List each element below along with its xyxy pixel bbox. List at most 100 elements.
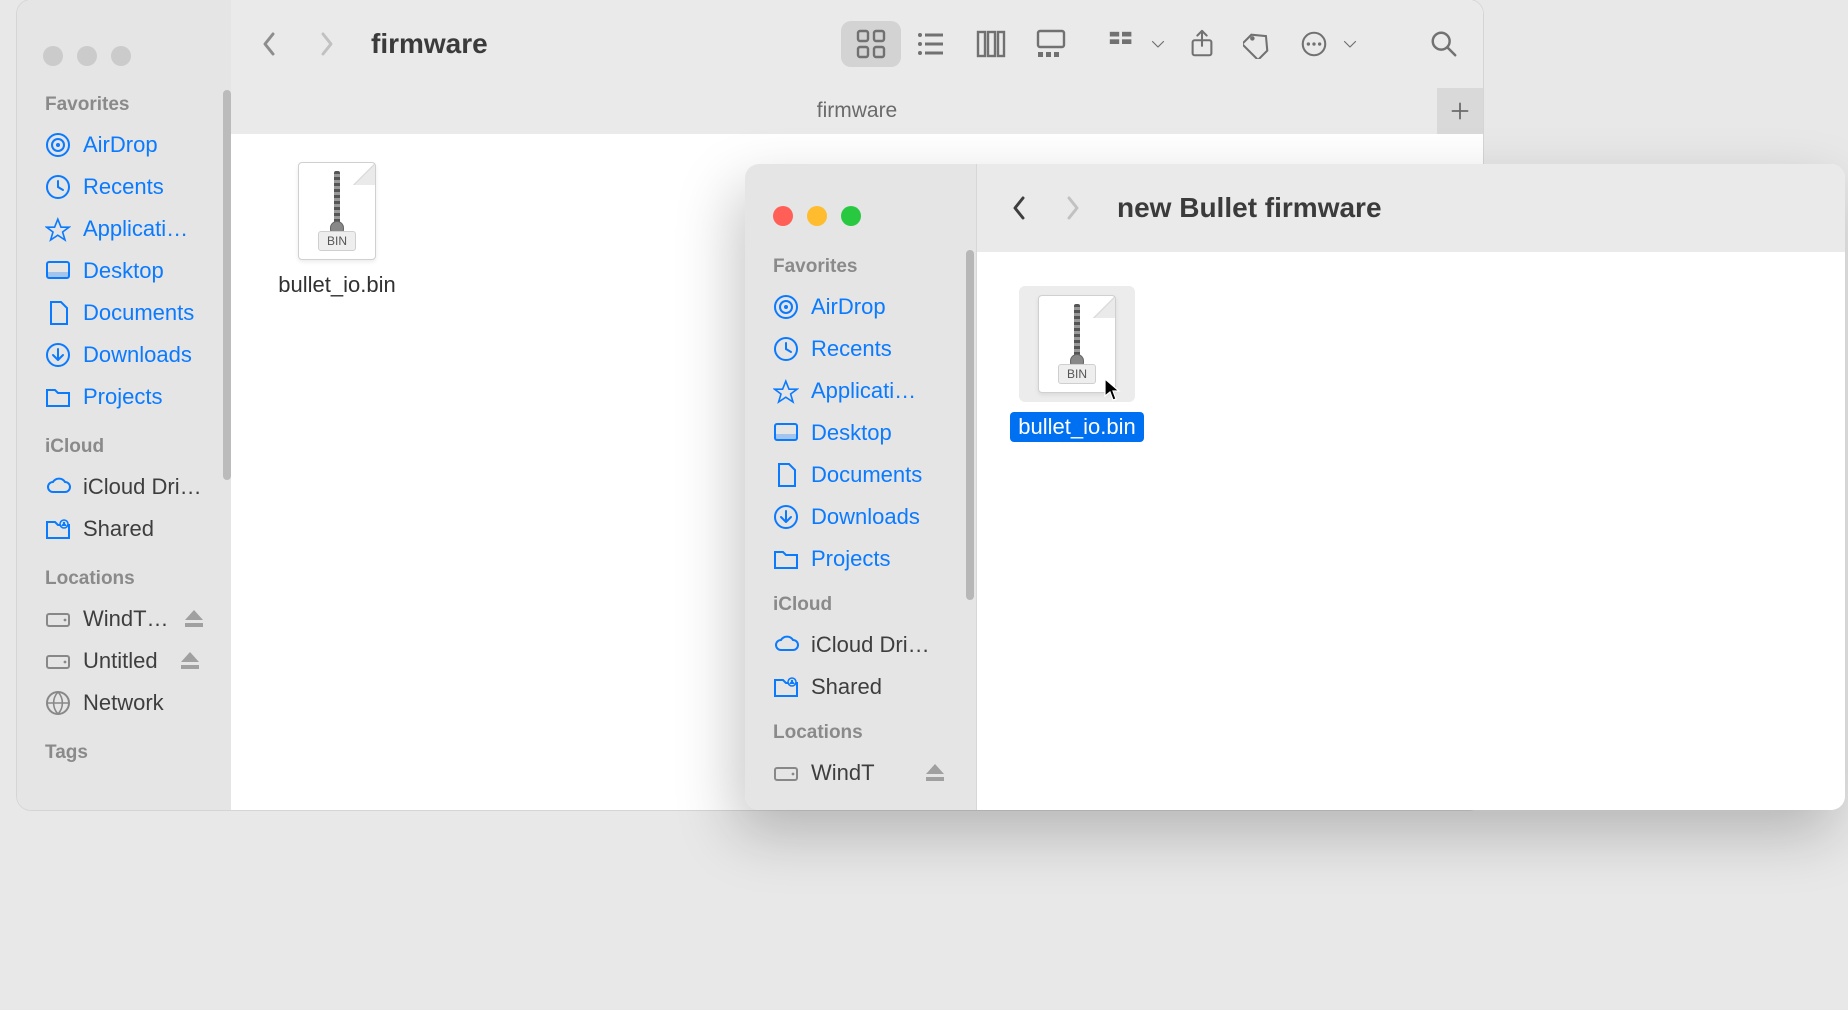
sidebar-item-label: Applicati… <box>811 378 916 404</box>
traffic-lights <box>17 20 231 90</box>
file-area[interactable]: BIN bullet_io.bin <box>977 252 1845 810</box>
minimize-button[interactable] <box>77 46 97 66</box>
file-item[interactable]: BIN bullet_io.bin <box>1007 286 1147 442</box>
sidebar-scrollbar[interactable] <box>966 250 974 600</box>
sidebar-item-desktop[interactable]: Desktop <box>35 250 213 292</box>
sidebar-item-documents[interactable]: Documents <box>763 454 958 496</box>
gallery-view-button[interactable] <box>1021 21 1081 67</box>
clock-icon <box>45 174 71 200</box>
zoom-button[interactable] <box>841 206 861 226</box>
toolbar: firmware <box>231 0 1483 88</box>
sidebar-item-network[interactable]: Network <box>35 682 213 724</box>
sidebar-item-airdrop[interactable]: AirDrop <box>763 286 958 328</box>
sidebar-item-label: AirDrop <box>83 132 158 158</box>
sidebar-item-windt[interactable]: WindT… <box>35 598 213 640</box>
document-icon <box>773 462 799 488</box>
sidebar-item-documents[interactable]: Documents <box>35 292 213 334</box>
sidebar-item-downloads[interactable]: Downloads <box>35 334 213 376</box>
tags-button[interactable] <box>1235 21 1281 67</box>
sidebar-item-shared[interactable]: Shared <box>35 508 213 550</box>
sidebar-item-shared[interactable]: Shared <box>763 666 958 708</box>
icon-view-button[interactable] <box>841 21 901 67</box>
sidebar-item-projects[interactable]: Projects <box>35 376 213 418</box>
close-button[interactable] <box>43 46 63 66</box>
back-button[interactable] <box>997 185 1043 231</box>
sidebar-item-label: Untitled <box>83 648 158 674</box>
actions-button[interactable] <box>1291 21 1361 67</box>
file-label[interactable]: bullet_io.bin <box>270 270 403 300</box>
new-tab-button[interactable] <box>1437 88 1483 134</box>
sidebar-item-icloud-drive[interactable]: iCloud Dri… <box>35 466 213 508</box>
folder-icon <box>773 546 799 572</box>
cloud-icon <box>45 474 71 500</box>
eject-icon[interactable] <box>177 648 203 674</box>
sidebar-heading-icloud: iCloud <box>45 436 213 458</box>
sidebar-heading-locations: Locations <box>45 568 213 590</box>
folder-icon <box>45 384 71 410</box>
sidebar-item-applications[interactable]: Applicati… <box>763 370 958 412</box>
search-button[interactable] <box>1421 21 1467 67</box>
finder-window-foreground: Favorites AirDrop Recents Applicati… Des… <box>745 164 1845 810</box>
airdrop-icon <box>45 132 71 158</box>
sidebar-item-label: Downloads <box>83 342 192 368</box>
sidebar-heading-favorites: Favorites <box>45 94 213 116</box>
sidebar-item-airdrop[interactable]: AirDrop <box>35 124 213 166</box>
eject-icon[interactable] <box>922 760 948 786</box>
close-button[interactable] <box>773 206 793 226</box>
zoom-button[interactable] <box>111 46 131 66</box>
airdrop-icon <box>773 294 799 320</box>
shared-folder-icon <box>773 674 799 700</box>
sidebar-item-windt[interactable]: WindT <box>763 752 958 794</box>
sidebar-item-label: Projects <box>811 546 890 572</box>
window-content: new Bullet firmware BIN bullet_io.bin <box>977 164 1845 810</box>
network-icon <box>45 690 71 716</box>
back-button[interactable] <box>247 21 293 67</box>
sidebar-item-label: Shared <box>811 674 882 700</box>
sidebar-item-label: Projects <box>83 384 162 410</box>
group-by-button[interactable] <box>1099 21 1169 67</box>
sidebar-heading-icloud: iCloud <box>773 594 958 616</box>
chevron-down-icon <box>1147 21 1169 67</box>
sidebar-item-label: AirDrop <box>811 294 886 320</box>
disk-icon <box>773 760 799 786</box>
applications-icon <box>773 378 799 404</box>
sidebar-item-label: Applicati… <box>83 216 188 242</box>
file-item[interactable]: BIN bullet_io.bin <box>271 162 403 300</box>
applications-icon <box>45 216 71 242</box>
sidebar-item-label: iCloud Dri… <box>811 632 930 658</box>
sidebar-item-untitled[interactable]: Untitled <box>35 640 213 682</box>
clock-icon <box>773 336 799 362</box>
sidebar-item-applications[interactable]: Applicati… <box>35 208 213 250</box>
sidebar-item-projects[interactable]: Projects <box>763 538 958 580</box>
sidebar-item-label: Documents <box>811 462 922 488</box>
window-title: firmware <box>371 28 488 60</box>
sidebar-item-recents[interactable]: Recents <box>763 328 958 370</box>
download-icon <box>45 342 71 368</box>
share-button[interactable] <box>1179 21 1225 67</box>
column-view-button[interactable] <box>961 21 1021 67</box>
file-label[interactable]: bullet_io.bin <box>1010 412 1143 442</box>
toolbar: new Bullet firmware <box>977 164 1845 252</box>
file-badge: BIN <box>1058 364 1096 384</box>
eject-icon[interactable] <box>181 606 207 632</box>
sidebar-item-downloads[interactable]: Downloads <box>763 496 958 538</box>
sidebar-item-label: iCloud Dri… <box>83 474 202 500</box>
chevron-down-icon <box>1339 21 1361 67</box>
file-badge: BIN <box>318 231 356 251</box>
bin-file-icon: BIN <box>295 162 379 260</box>
download-icon <box>773 504 799 530</box>
forward-button[interactable] <box>303 21 349 67</box>
sidebar-heading-favorites: Favorites <box>773 256 958 278</box>
disk-icon <box>45 648 71 674</box>
window-title: new Bullet firmware <box>1117 192 1382 224</box>
sidebar-item-icloud-drive[interactable]: iCloud Dri… <box>763 624 958 666</box>
minimize-button[interactable] <box>807 206 827 226</box>
sidebar-heading-locations: Locations <box>773 722 958 744</box>
desktop-icon <box>773 420 799 446</box>
sidebar-scrollbar[interactable] <box>223 90 231 480</box>
sidebar-item-label: Recents <box>811 336 892 362</box>
forward-button[interactable] <box>1049 185 1095 231</box>
list-view-button[interactable] <box>901 21 961 67</box>
sidebar-item-recents[interactable]: Recents <box>35 166 213 208</box>
sidebar-item-desktop[interactable]: Desktop <box>763 412 958 454</box>
